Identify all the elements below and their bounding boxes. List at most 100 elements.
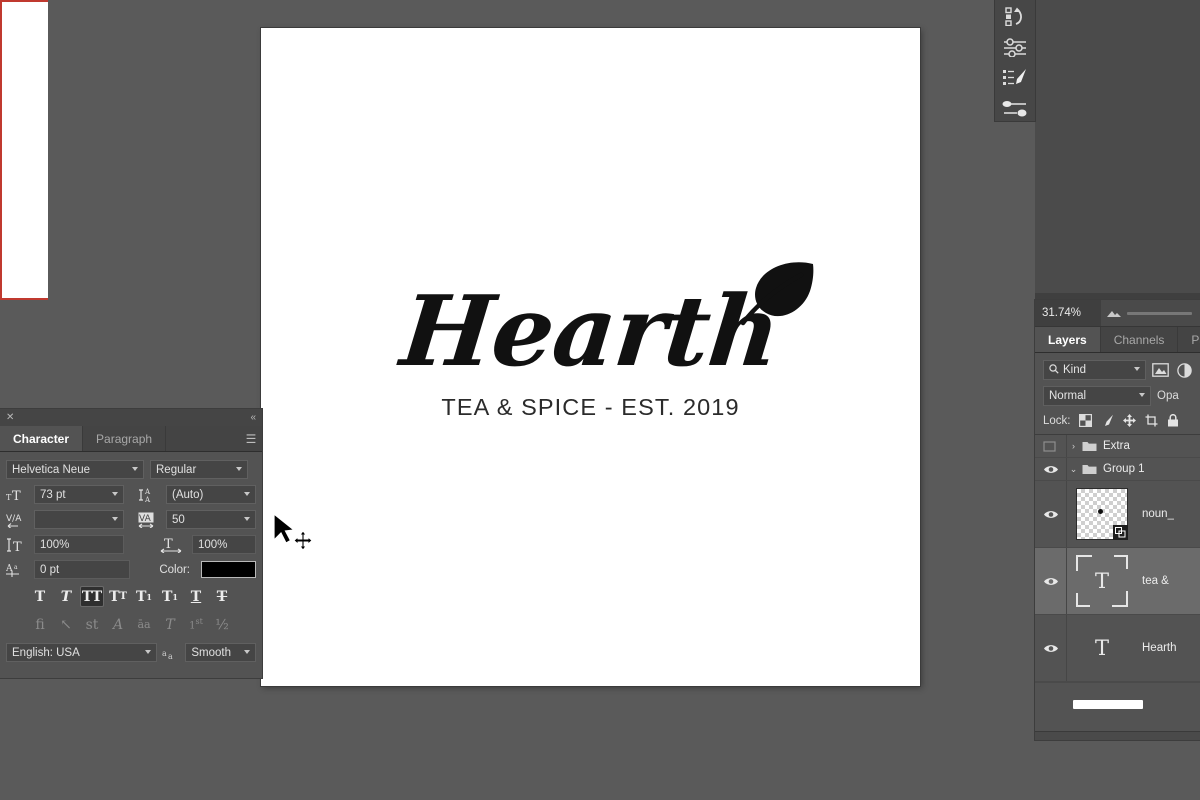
svg-text:a: a bbox=[168, 652, 173, 660]
ordinals-button[interactable]: 1st bbox=[184, 614, 208, 635]
standard-ligatures-button[interactable]: fi bbox=[28, 614, 52, 635]
underline-button[interactable]: T bbox=[184, 586, 208, 607]
layer-filter-kind-value: Kind bbox=[1063, 364, 1087, 376]
layer-visibility-toggle[interactable] bbox=[1035, 615, 1067, 681]
table-row[interactable]: T Hearth bbox=[1035, 615, 1200, 682]
character-panel-tabs: Character Paragraph ☰ bbox=[0, 426, 262, 452]
superscript-button[interactable]: T1 bbox=[132, 586, 156, 607]
character-panel-titlebar: ✕ « bbox=[0, 409, 262, 426]
lock-position-icon[interactable] bbox=[1122, 413, 1137, 428]
table-row[interactable]: ⌄ Group 1 bbox=[1035, 458, 1200, 481]
tab-character[interactable]: Character bbox=[0, 426, 84, 451]
collapse-panel-icon[interactable]: « bbox=[250, 412, 256, 423]
table-row[interactable]: › Extra bbox=[1035, 435, 1200, 458]
titling-alternates-button[interactable]: T bbox=[158, 614, 182, 635]
layer-visibility-toggle[interactable] bbox=[1035, 435, 1067, 457]
svg-text:a: a bbox=[14, 564, 18, 571]
history-icon[interactable] bbox=[999, 4, 1031, 28]
logo-tagline: TEA & SPICE - EST. 2019 bbox=[441, 394, 740, 420]
layer-thumbnail[interactable]: T bbox=[1067, 622, 1137, 674]
thumbnail-bracket bbox=[1114, 555, 1128, 569]
small-caps-button[interactable]: TT bbox=[106, 586, 130, 607]
layer-thumbnail[interactable]: T bbox=[1067, 555, 1137, 607]
layer-thumbnail[interactable] bbox=[1067, 488, 1137, 540]
tab-channels[interactable]: Channels bbox=[1100, 327, 1179, 352]
vertical-scale-value: 100% bbox=[40, 538, 70, 551]
anti-aliasing-select[interactable]: Smooth bbox=[185, 643, 256, 662]
close-icon[interactable]: ✕ bbox=[6, 412, 14, 423]
language-value: English: USA bbox=[12, 646, 80, 659]
blend-mode-select[interactable]: Normal bbox=[1043, 386, 1151, 406]
faux-italic-button[interactable]: T bbox=[54, 586, 78, 607]
layer-visibility-toggle[interactable] bbox=[1035, 481, 1067, 547]
lock-label: Lock: bbox=[1043, 414, 1071, 427]
faux-bold-button[interactable]: T bbox=[28, 586, 52, 607]
disclosure-chevron-icon[interactable]: ⌄ bbox=[1067, 464, 1080, 475]
panel-menu-icon[interactable]: ☰ bbox=[240, 426, 262, 451]
horizontal-scale-icon: T bbox=[160, 537, 186, 553]
font-family-value: Helvetica Neue bbox=[12, 463, 90, 476]
chevron-down-icon bbox=[145, 649, 152, 656]
lock-transparent-pixels-icon[interactable] bbox=[1078, 413, 1093, 428]
tab-paths[interactable]: Paths bbox=[1178, 327, 1200, 352]
zoom-level-field[interactable]: 31.74% bbox=[1035, 300, 1101, 326]
eye-icon bbox=[1043, 644, 1058, 652]
vertical-scale-icon: T bbox=[6, 537, 28, 553]
svg-text:A: A bbox=[144, 496, 151, 503]
baseline-shift-value: 0 pt bbox=[40, 563, 60, 576]
lock-artboard-nesting-icon[interactable] bbox=[1144, 413, 1159, 428]
image-filter-icon[interactable] bbox=[1151, 361, 1170, 380]
layer-filter-kind-select[interactable]: Kind bbox=[1043, 360, 1146, 380]
subscript-button[interactable]: T1 bbox=[158, 586, 182, 607]
chevron-down-icon bbox=[132, 466, 139, 473]
tracking-value: 50 bbox=[172, 513, 185, 526]
lock-all-icon[interactable] bbox=[1166, 413, 1181, 428]
baseline-shift-input[interactable]: 0 pt bbox=[34, 560, 130, 579]
table-row[interactable]: noun_ bbox=[1035, 481, 1200, 548]
leading-input[interactable]: (Auto) bbox=[166, 485, 256, 504]
discretionary-ligatures-button[interactable]: st bbox=[80, 614, 104, 635]
document-canvas[interactable]: Hearth TEA & SPICE - EST. 2019 bbox=[261, 28, 920, 686]
font-family-select[interactable]: Helvetica Neue bbox=[6, 460, 144, 479]
lock-image-pixels-icon[interactable] bbox=[1100, 413, 1115, 428]
artboard-preview-panel[interactable] bbox=[0, 0, 48, 300]
layer-visibility-toggle[interactable] bbox=[1035, 548, 1067, 614]
anti-aliasing-value: Smooth bbox=[191, 646, 231, 659]
dock-bottom-bar bbox=[1035, 731, 1200, 740]
tracking-input[interactable]: 50 bbox=[166, 510, 256, 529]
brush-settings-icon[interactable] bbox=[999, 66, 1031, 90]
vertical-scale-input[interactable]: 100% bbox=[34, 535, 124, 554]
text-color-swatch[interactable] bbox=[201, 561, 256, 578]
layer-list-footer bbox=[1035, 682, 1200, 709]
table-row[interactable]: T tea & bbox=[1035, 548, 1200, 615]
layer-name: tea & bbox=[1142, 575, 1169, 587]
horizontal-scrollbar[interactable] bbox=[1073, 700, 1143, 709]
opacity-label: Opa bbox=[1157, 390, 1179, 402]
baseline-shift-icon: A a bbox=[6, 562, 28, 578]
swash-button[interactable]: A bbox=[106, 614, 130, 635]
oldstyle-button[interactable]: āa bbox=[132, 614, 156, 635]
all-caps-button[interactable]: TT bbox=[80, 586, 104, 607]
layer-name: Hearth bbox=[1142, 642, 1177, 654]
kerning-input[interactable] bbox=[34, 510, 124, 529]
font-row: Helvetica Neue Regular bbox=[6, 460, 256, 479]
document-size-icon[interactable] bbox=[1101, 308, 1127, 319]
disclosure-chevron-icon[interactable]: › bbox=[1067, 441, 1080, 451]
layer-name: Group 1 bbox=[1103, 463, 1145, 475]
font-style-select[interactable]: Regular bbox=[150, 460, 248, 479]
contextual-alternates-button[interactable]: ↖ bbox=[54, 614, 78, 635]
fractions-button[interactable]: ½ bbox=[210, 614, 234, 635]
font-size-icon: T T bbox=[6, 488, 28, 502]
tab-layers[interactable]: Layers bbox=[1035, 327, 1101, 352]
font-size-input[interactable]: 73 pt bbox=[34, 485, 124, 504]
tab-paragraph[interactable]: Paragraph bbox=[83, 426, 167, 451]
brush-presets-icon[interactable] bbox=[999, 97, 1031, 121]
adjustment-filter-icon[interactable] bbox=[1175, 361, 1194, 380]
adjustments-sliders-icon[interactable] bbox=[999, 35, 1031, 59]
strikethrough-button[interactable]: T bbox=[210, 586, 234, 607]
upper-right-dock-background bbox=[1035, 0, 1200, 300]
leading-icon: A A bbox=[138, 487, 160, 503]
horizontal-scale-input[interactable]: 100% bbox=[192, 535, 256, 554]
language-select[interactable]: English: USA bbox=[6, 643, 158, 662]
layer-visibility-toggle[interactable] bbox=[1035, 458, 1067, 480]
